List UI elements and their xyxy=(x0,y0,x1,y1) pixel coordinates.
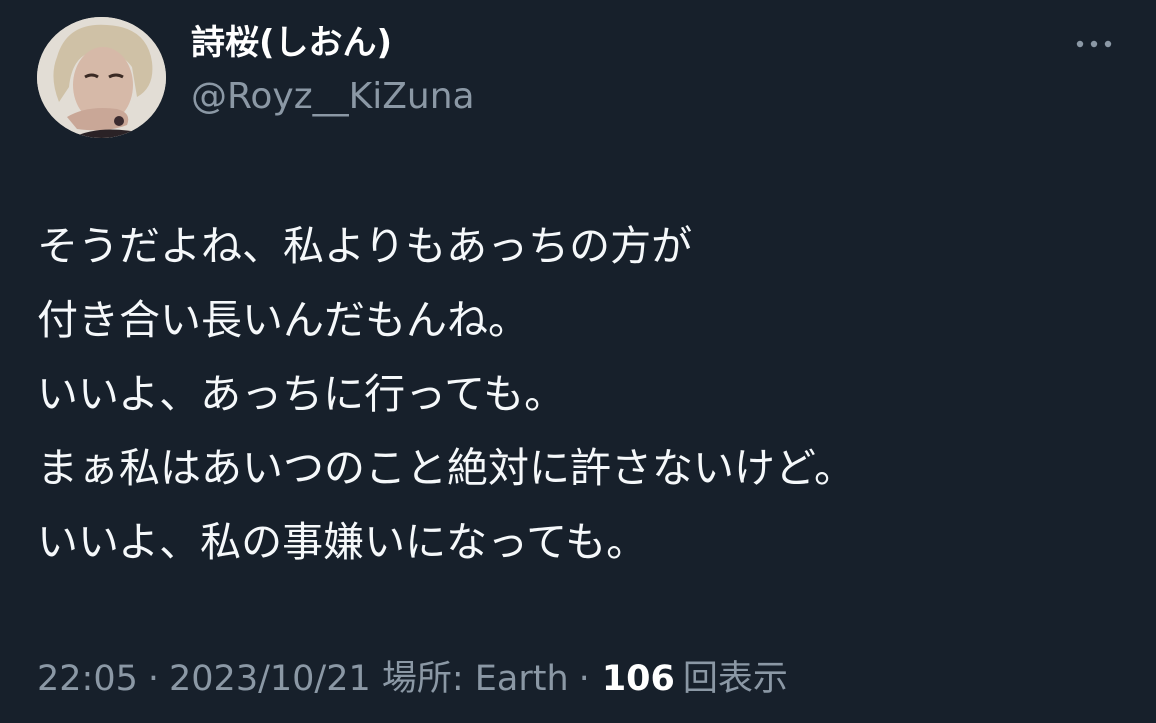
meta-separator: · xyxy=(578,659,590,699)
tweet-text-line: そうだよね、私よりもあっちの方が xyxy=(37,222,693,270)
views-count[interactable]: 106 xyxy=(602,659,675,699)
author-display-name[interactable]: 詩桜(しおん) xyxy=(191,20,475,66)
views-label: 回表示 xyxy=(682,659,788,699)
more-options-button[interactable] xyxy=(1068,26,1120,62)
avatar-photo xyxy=(37,17,166,138)
tweet-time[interactable]: 22:05 xyxy=(37,659,138,699)
author-avatar[interactable] xyxy=(37,17,166,138)
tweet-text-line: いいよ、あっちに行っても。 xyxy=(37,370,566,418)
more-horizontal-icon xyxy=(1076,40,1112,48)
meta-separator: · xyxy=(147,659,160,699)
tweet-text-line: まぁ私はあいつのこと絶対に許さないけど。 xyxy=(37,444,855,492)
tweet-location[interactable]: 場所: Earth xyxy=(382,659,569,699)
tweet-date[interactable]: 2023/10/21 xyxy=(169,659,371,699)
tweet-metadata: 22:05 · 2023/10/21 場所: Earth · 106 回表示 xyxy=(37,655,788,703)
tweet-text: そうだよね、私よりもあっちの方が 付き合い長いんだもんね。 いいよ、あっちに行っ… xyxy=(37,209,1117,579)
tweet-text-line: 付き合い長いんだもんね。 xyxy=(37,296,529,344)
author-handle[interactable]: @Royz__KiZuna xyxy=(191,73,475,121)
author-info: 詩桜(しおん) @Royz__KiZuna xyxy=(191,20,475,121)
tweet-text-line: いいよ、私の事嫌いになっても。 xyxy=(37,518,648,566)
tweet-detail: 詩桜(しおん) @Royz__KiZuna そうだよね、私よりもあっちの方が 付… xyxy=(0,0,1156,723)
